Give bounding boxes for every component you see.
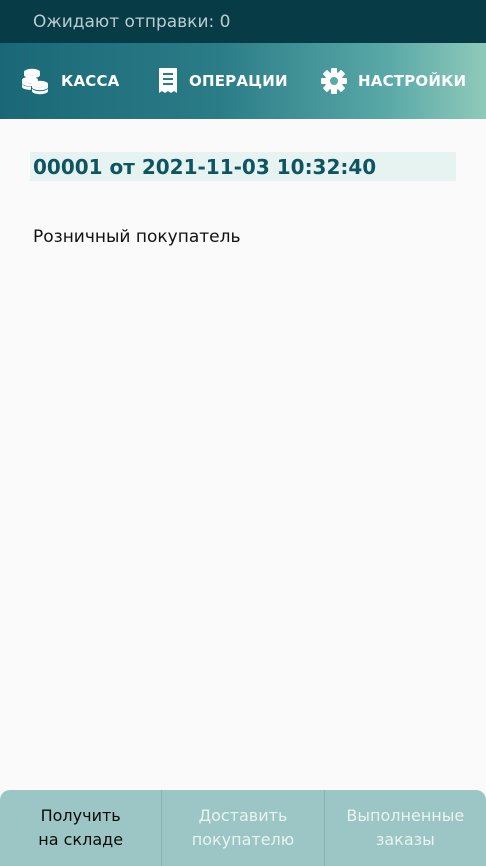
pending-count-label: Ожидают отправки: 0 — [33, 12, 231, 32]
tab-label-line: на складе — [38, 830, 124, 849]
status-bar: Ожидают отправки: 0 — [0, 0, 486, 43]
tab-label-line: Выполненные — [346, 806, 465, 825]
coins-icon — [21, 67, 51, 95]
tab-pickup-at-warehouse[interactable]: Получить на складе — [0, 790, 161, 866]
gear-icon — [320, 67, 348, 95]
document-content: 00001 от 2021-11-03 10:32:40 Розничный п… — [0, 119, 486, 790]
top-navigation: КАССА ОПЕРАЦИИ НАСТРОЙКИ — [0, 43, 486, 119]
nav-item-operations[interactable]: ОПЕРАЦИИ — [157, 43, 288, 119]
customer-name: Розничный покупатель — [33, 227, 241, 247]
tab-deliver-to-customer[interactable]: Доставить покупателю — [161, 790, 323, 866]
document-header: 00001 от 2021-11-03 10:32:40 — [30, 152, 456, 181]
tab-completed-orders[interactable]: Выполненные заказы — [323, 790, 486, 866]
tab-label-line: заказы — [375, 830, 435, 849]
tab-label-line: Получить — [40, 806, 121, 825]
tab-label-line: Доставить — [198, 806, 288, 825]
nav-item-kassa[interactable]: КАССА — [21, 43, 120, 119]
nav-item-label: КАССА — [61, 72, 120, 90]
nav-item-settings[interactable]: НАСТРОЙКИ — [320, 43, 466, 119]
nav-item-label: НАСТРОЙКИ — [358, 72, 467, 90]
tab-label-line: покупателю — [191, 830, 295, 849]
bottom-tab-bar: Получить на складе Доставить покупателю … — [0, 790, 486, 866]
receipt-icon — [157, 67, 179, 95]
nav-item-label: ОПЕРАЦИИ — [189, 72, 288, 90]
